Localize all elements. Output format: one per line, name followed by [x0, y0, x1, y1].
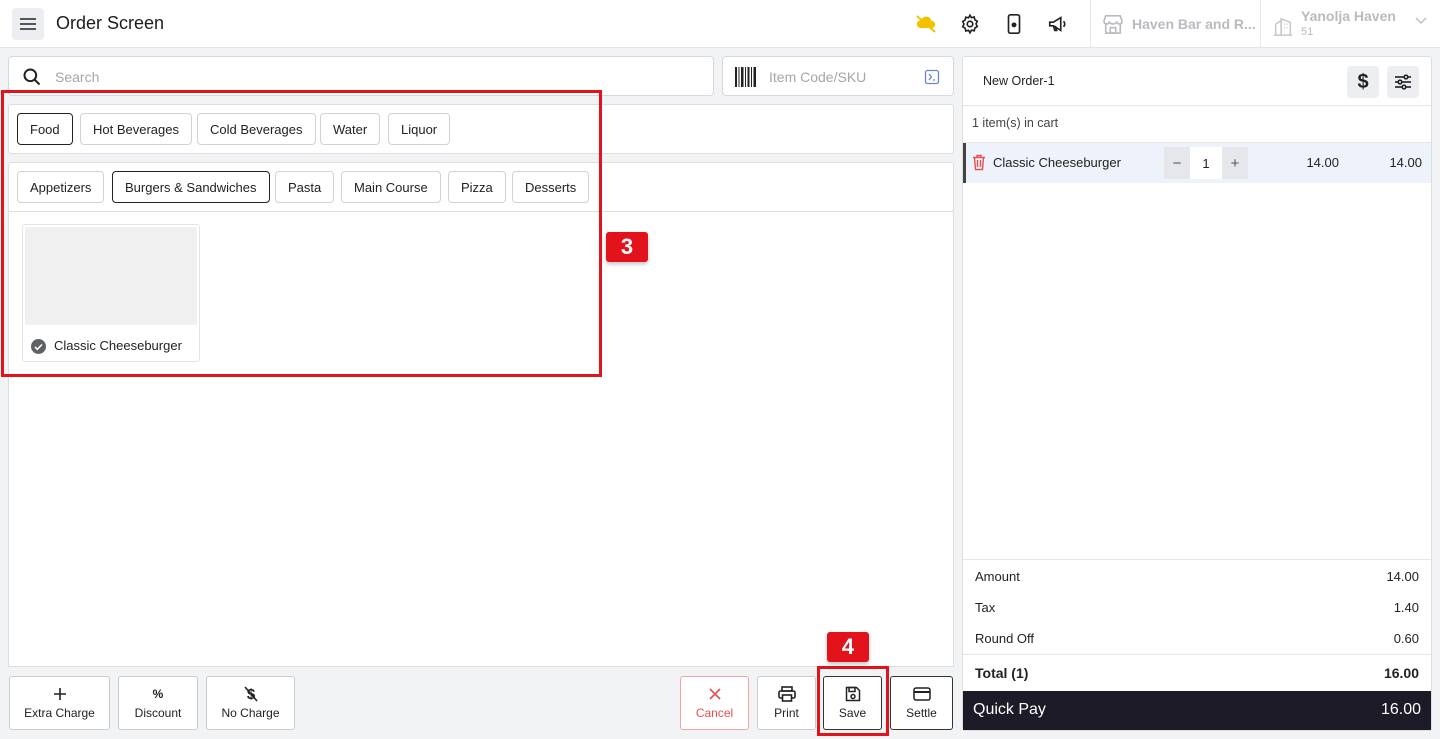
- quantity-stepper: − 1 +: [1164, 147, 1248, 179]
- cancel-button[interactable]: Cancel: [680, 676, 749, 730]
- discount-label: Discount: [134, 706, 182, 720]
- printer-icon: [777, 686, 796, 702]
- store-icon: [1103, 15, 1123, 34]
- cart-panel: New Order-1 $ 1 item(s) in cart Classic …: [962, 56, 1432, 731]
- building-icon: [1273, 17, 1293, 36]
- chevron-down-icon: [1415, 17, 1427, 25]
- sku-bar: [722, 56, 954, 96]
- no-dollar-icon: $: [243, 686, 258, 703]
- annotation-label-3: 3: [606, 232, 648, 262]
- annotation-box-4: [817, 666, 889, 736]
- scan-icon[interactable]: [924, 69, 940, 85]
- cart-line-item[interactable]: Classic Cheeseburger − 1 + 14.00 14.00: [963, 143, 1431, 183]
- print-button[interactable]: Print: [757, 676, 816, 730]
- close-icon: [708, 686, 721, 702]
- total-label: Total (1): [975, 665, 1029, 681]
- settle-label: Settle: [906, 706, 937, 720]
- divider: [963, 559, 1431, 560]
- cancel-label: Cancel: [695, 706, 734, 720]
- plus-icon: [53, 686, 67, 702]
- extra-charge-button[interactable]: Extra Charge: [9, 676, 110, 730]
- round-off-row: Round Off 0.60: [975, 631, 1419, 646]
- total-row: Total (1) 16.00: [975, 665, 1419, 681]
- adjustments-button[interactable]: [1387, 66, 1419, 98]
- store-name: Haven Bar and R...: [1132, 16, 1256, 32]
- tablet-icon[interactable]: [1002, 12, 1026, 36]
- quick-pay-button[interactable]: Quick Pay 16.00: [963, 691, 1431, 730]
- quantity-value[interactable]: 1: [1190, 147, 1222, 179]
- trash-icon[interactable]: [972, 154, 986, 174]
- settle-button[interactable]: Settle: [890, 676, 953, 730]
- annotation-label-4: 4: [827, 632, 869, 662]
- no-charge-label: No Charge: [221, 706, 280, 720]
- weather-icon[interactable]: [914, 12, 938, 36]
- barcode-icon: [735, 67, 756, 87]
- no-charge-button[interactable]: $ No Charge: [206, 676, 295, 730]
- search-input[interactable]: [55, 66, 655, 88]
- percent-icon: %: [152, 687, 164, 701]
- print-label: Print: [774, 706, 799, 720]
- page-title: Order Screen: [56, 13, 165, 33]
- amount-row: Amount 14.00: [975, 569, 1419, 584]
- sliders-icon: [1395, 74, 1411, 90]
- currency-button[interactable]: $: [1347, 66, 1379, 98]
- quick-pay-amount: 16.00: [1380, 701, 1421, 718]
- cart-item-name: Classic Cheeseburger: [993, 155, 1121, 170]
- divider: [963, 105, 1431, 106]
- location-name: Yanolja Haven: [1301, 8, 1396, 24]
- annotation-box-3: [1, 90, 602, 377]
- top-bar: Order Screen Haven Bar and R... Yanolja …: [0, 0, 1440, 48]
- location-subtitle: 51: [1301, 26, 1314, 38]
- decrement-button[interactable]: −: [1164, 147, 1190, 179]
- credit-card-icon: [912, 686, 931, 702]
- cart-item-price: 14.00: [1306, 155, 1339, 170]
- amount-value: 14.00: [1386, 569, 1419, 584]
- header-divider: [1260, 0, 1261, 48]
- cart-item-count: 1 item(s) in cart: [972, 116, 1059, 130]
- round-off-value: 0.60: [1393, 631, 1419, 646]
- search-icon: [23, 68, 41, 86]
- megaphone-icon[interactable]: [1046, 12, 1070, 36]
- divider: [963, 654, 1431, 655]
- store-selector[interactable]: Haven Bar and R...: [1102, 14, 1256, 34]
- extra-charge-label: Extra Charge: [24, 706, 95, 720]
- order-name[interactable]: New Order-1: [983, 74, 1055, 88]
- cart-item-total: 14.00: [1389, 155, 1422, 170]
- hamburger-menu-button[interactable]: [12, 8, 44, 40]
- total-value: 16.00: [1383, 665, 1419, 681]
- tax-row: Tax 1.40: [975, 600, 1419, 615]
- round-off-label: Round Off: [975, 631, 1035, 646]
- amount-label: Amount: [975, 569, 1020, 584]
- dollar-icon: $: [1357, 70, 1369, 93]
- menu-icon: [20, 18, 36, 30]
- gear-icon[interactable]: [958, 12, 982, 36]
- quick-pay-label: Quick Pay: [973, 701, 1046, 718]
- discount-button[interactable]: % Discount: [118, 676, 198, 730]
- sku-input[interactable]: [769, 66, 909, 88]
- tax-label: Tax: [975, 600, 996, 615]
- header-divider: [1090, 0, 1091, 48]
- tax-value: 1.40: [1393, 600, 1419, 615]
- increment-button[interactable]: +: [1222, 147, 1248, 179]
